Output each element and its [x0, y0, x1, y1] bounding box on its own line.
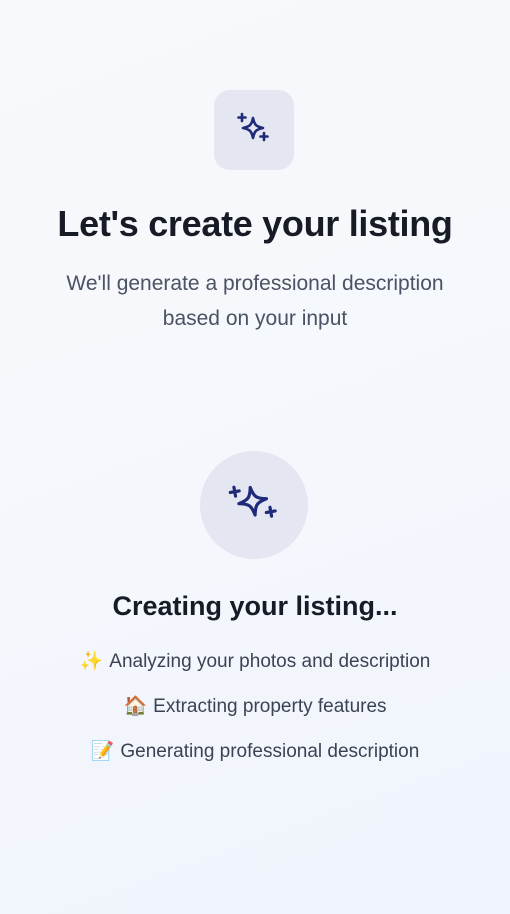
- sparkles-emoji-icon: ✨: [79, 650, 104, 672]
- progress-step-label: Extracting property features: [153, 696, 387, 717]
- sparkles-icon: [226, 475, 282, 536]
- sparkles-icon: [234, 108, 274, 153]
- loading-indicator: [200, 451, 308, 559]
- progress-step-label: Analyzing your photos and description: [109, 651, 431, 672]
- page-title: Let's create your listing: [57, 203, 453, 244]
- page-subtitle: We'll generate a professional descriptio…: [66, 272, 444, 330]
- progress-step-analyzing: ✨ Analyzing your photos and description: [0, 646, 510, 691]
- progress-step-generating: 📝 Generating professional description: [0, 736, 510, 781]
- memo-emoji-icon: 📝: [90, 740, 115, 762]
- progress-steps-list: ✨ Analyzing your photos and description 🏠…: [0, 646, 510, 781]
- status-title: Creating your listing...: [112, 591, 398, 621]
- header-icon-tile: [214, 90, 294, 170]
- progress-step-label: Generating professional description: [120, 741, 420, 762]
- house-emoji-icon: 🏠: [123, 695, 148, 717]
- progress-step-extracting: 🏠 Extracting property features: [0, 691, 510, 736]
